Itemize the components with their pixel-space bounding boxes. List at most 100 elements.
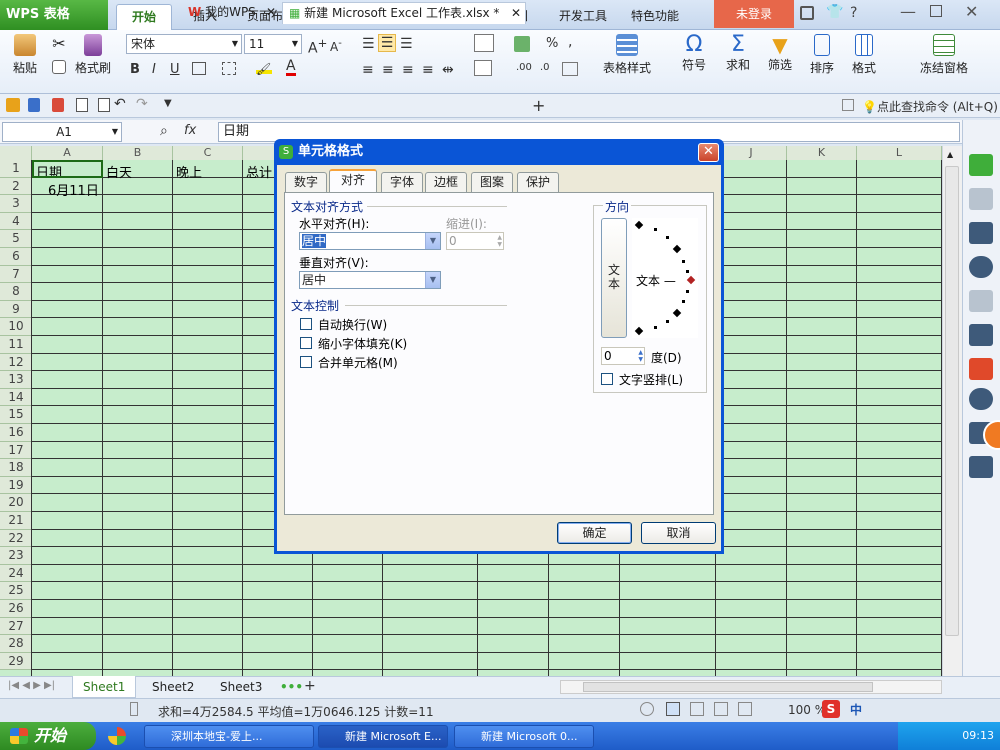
help-circle-icon[interactable] xyxy=(969,388,993,410)
template-icon[interactable] xyxy=(969,222,993,244)
filter-button[interactable]: ▼ 筛选 xyxy=(760,34,800,73)
border-icon[interactable] xyxy=(192,62,206,75)
align-bottom-icon[interactable]: ☰ xyxy=(400,36,413,52)
cell-a2[interactable]: 6月11日 xyxy=(48,180,99,199)
row-header[interactable]: 7 xyxy=(0,265,32,284)
column-header-l[interactable]: L xyxy=(857,146,942,160)
folder-icon[interactable] xyxy=(6,98,20,112)
font-size-select[interactable]: 11 ▼ xyxy=(244,34,302,54)
cell-b1[interactable]: 白天 xyxy=(106,162,132,181)
backup-icon[interactable] xyxy=(969,324,993,346)
row-header[interactable]: 11 xyxy=(0,336,32,354)
row-header[interactable]: 27 xyxy=(0,617,32,636)
sum-button[interactable]: Σ 求和 xyxy=(718,34,758,73)
quick-access-dropdown-icon[interactable]: ▼ xyxy=(164,98,172,109)
cell-c1[interactable]: 晚上 xyxy=(176,162,202,181)
vertical-align-select[interactable]: 居中 ▼ xyxy=(299,271,441,289)
table-style-button[interactable]: 表格样式 xyxy=(596,34,658,76)
new-doc-icon[interactable] xyxy=(969,154,993,176)
copy-button[interactable] xyxy=(48,60,70,77)
row-header[interactable]: 13 xyxy=(0,371,32,389)
row-header[interactable]: 9 xyxy=(0,300,32,319)
help-icon[interactable]: ? xyxy=(850,5,857,21)
comment-icon[interactable] xyxy=(969,256,993,278)
sort-button[interactable]: 排序 xyxy=(802,34,842,76)
tab-border[interactable]: 边框 xyxy=(425,172,467,192)
currency-icon[interactable] xyxy=(514,36,530,52)
row-header[interactable]: 19 xyxy=(0,476,32,495)
scroll-up-icon[interactable]: ▲ xyxy=(947,150,953,159)
wps-logo-menu[interactable]: WPS 表格 xyxy=(0,0,108,30)
tab-features[interactable]: 特色功能 xyxy=(624,4,686,30)
row-header[interactable]: 28 xyxy=(0,635,32,653)
row-header[interactable]: 2 xyxy=(0,177,32,196)
row-header[interactable]: 8 xyxy=(0,283,32,301)
row-header[interactable]: 1 xyxy=(0,160,32,178)
select-all-corner[interactable] xyxy=(0,146,32,160)
freeze-panes-button[interactable]: 冻结窗格 xyxy=(916,34,972,76)
tab-alignment[interactable]: 对齐 xyxy=(329,169,377,193)
horizontal-align-select[interactable]: 居中 ▼ xyxy=(299,232,441,250)
column-header-j[interactable]: J xyxy=(716,146,787,160)
speed-ball-icon[interactable] xyxy=(983,420,1000,450)
undo-icon[interactable]: ↶ xyxy=(114,96,126,112)
page-break-view-icon[interactable] xyxy=(714,702,728,716)
quicklaunch-icon[interactable] xyxy=(108,727,126,745)
paste-button[interactable]: 粘贴 xyxy=(8,34,42,76)
italic-button[interactable]: I xyxy=(152,62,156,77)
row-header[interactable]: 23 xyxy=(0,547,32,565)
new-tab-icon[interactable]: + xyxy=(532,96,545,115)
skin-icon[interactable] xyxy=(800,6,814,20)
increase-font-icon[interactable]: A+ xyxy=(308,36,327,57)
vertical-text-button[interactable]: 文本 xyxy=(601,218,627,338)
tab-excel-file[interactable]: ▦ 新建 Microsoft Excel 工作表.xlsx * ✕ xyxy=(282,2,526,24)
zoom-search-icon[interactable]: ⌕ xyxy=(160,123,168,139)
close-tab-icon[interactable]: ✕ xyxy=(511,3,521,23)
h-scroll-thumb[interactable] xyxy=(583,682,873,692)
format-button[interactable]: 格式 xyxy=(844,34,884,76)
spinner-arrows-icon[interactable]: ▲ ▼ xyxy=(638,349,643,363)
cut-button[interactable]: ✂ xyxy=(48,34,70,53)
symbol-button[interactable]: Ω 符号 xyxy=(674,34,714,73)
degrees-spinner[interactable]: 0 ▲ ▼ xyxy=(601,347,645,365)
align-right-icon[interactable]: ≡ xyxy=(402,62,414,78)
indent-spinner[interactable]: 0 ▲ ▼ xyxy=(446,232,504,250)
row-header[interactable]: 24 xyxy=(0,564,32,583)
row-header[interactable]: 6 xyxy=(0,248,32,266)
row-header[interactable]: 16 xyxy=(0,424,32,442)
column-header-k[interactable]: K xyxy=(787,146,857,160)
column-header-b[interactable]: B xyxy=(103,146,173,160)
tab-start[interactable]: 开始 xyxy=(116,4,172,30)
shirt-icon[interactable]: 👕 xyxy=(826,4,843,20)
ok-button[interactable]: 确定 xyxy=(557,522,632,544)
eye-protection-icon[interactable] xyxy=(640,702,654,716)
format-painter-button[interactable]: 格式刷 xyxy=(72,34,114,76)
tab-number[interactable]: 数字 xyxy=(285,172,327,192)
cell-d1[interactable]: 总计 xyxy=(246,162,272,181)
chevron-down-icon[interactable]: ▼ xyxy=(425,233,440,249)
sheet-tab-1[interactable]: Sheet1 xyxy=(72,676,137,698)
row-header[interactable]: 21 xyxy=(0,512,32,530)
normal-view-icon[interactable] xyxy=(666,702,680,716)
justify-icon[interactable]: ≡ xyxy=(422,62,434,78)
merge-border-icon[interactable] xyxy=(222,62,236,75)
ime-mode-icon[interactable]: 中 xyxy=(850,701,862,718)
decrease-decimal-icon[interactable]: .0 xyxy=(540,62,550,73)
row-header[interactable]: 4 xyxy=(0,212,32,231)
taskbar-item-browser[interactable]: 深圳本地宝-爱上... xyxy=(144,725,314,748)
vertical-scrollbar[interactable]: ▲ xyxy=(942,146,962,676)
number-format-icon[interactable] xyxy=(562,62,578,76)
fill-color-icon[interactable]: 🖌 xyxy=(256,62,272,76)
font-color-icon[interactable]: A xyxy=(286,59,296,76)
shrink-to-fit-checkbox[interactable] xyxy=(300,337,312,349)
scroll-thumb[interactable] xyxy=(945,166,959,636)
sogou-s-icon[interactable]: S xyxy=(822,700,840,718)
merge-cells-checkbox[interactable] xyxy=(300,356,312,368)
chevron-down-icon[interactable]: ▼ xyxy=(425,272,440,288)
login-button[interactable]: 未登录 xyxy=(714,0,794,28)
cancel-button[interactable]: 取消 xyxy=(641,522,716,544)
row-header[interactable]: 20 xyxy=(0,494,32,512)
more-sheets-button[interactable]: ••• xyxy=(280,680,303,694)
sheet-tab-2[interactable]: Sheet2 xyxy=(142,676,204,698)
row-header[interactable]: 29 xyxy=(0,652,32,671)
